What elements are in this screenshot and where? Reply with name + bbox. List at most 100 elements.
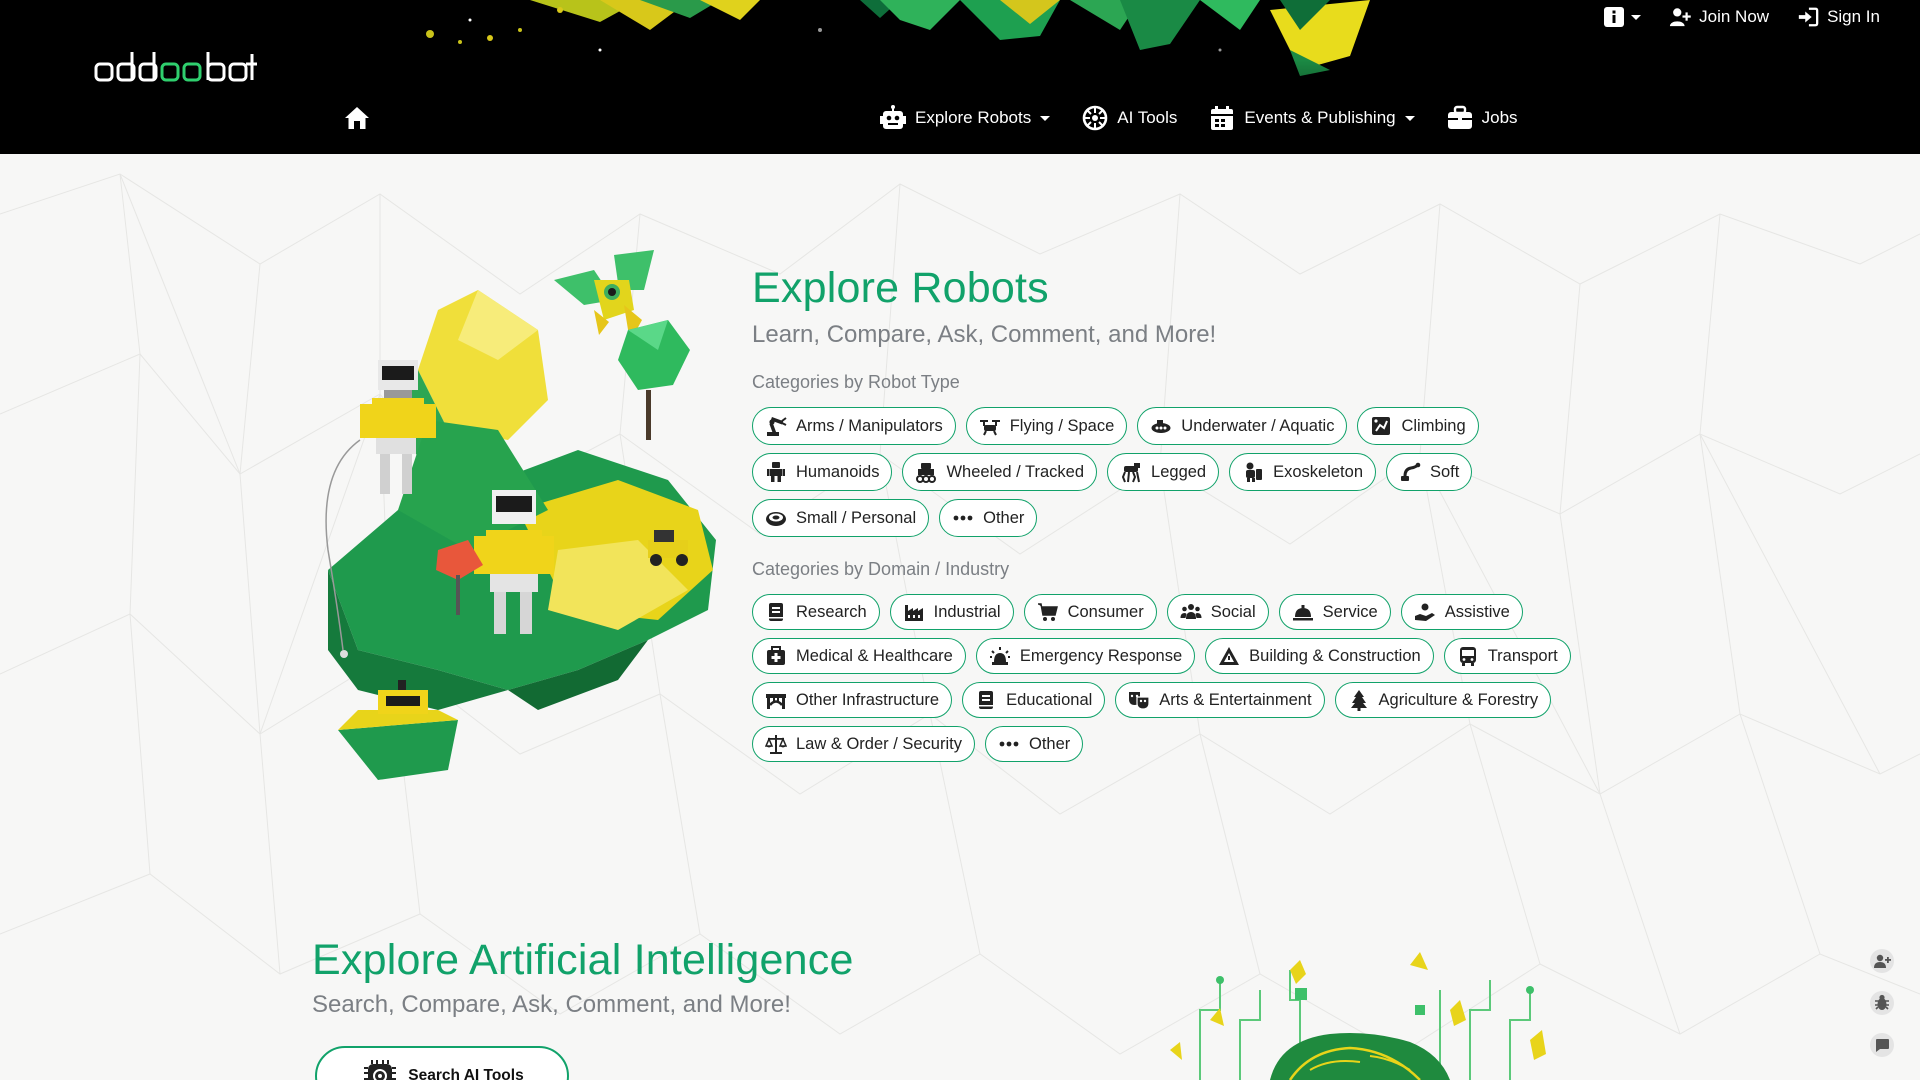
domain-pills: Research Industrial Consumer Social Serv… [752, 594, 1592, 762]
search-ai-tools-button[interactable]: Search AI Tools [315, 1046, 569, 1080]
pill-label: Law & Order / Security [796, 734, 962, 753]
pill-label: Legged [1151, 462, 1207, 481]
robot-type-pills: Arms / Manipulators Flying / Space Under… [752, 407, 1592, 537]
sign-in-icon [1798, 7, 1819, 27]
nav-events-publishing[interactable]: Events & Publishing [1209, 105, 1415, 131]
home-icon[interactable] [344, 106, 370, 130]
pill-underwater-aquatic[interactable]: Underwater / Aquatic [1137, 407, 1348, 445]
pill-building-construction[interactable]: Building & Construction [1205, 638, 1434, 674]
main-nav: Explore Robots AI Tools Events & Publish… [880, 103, 1518, 133]
pill-label: Social [1210, 602, 1256, 621]
pill-label: Soft [1430, 462, 1460, 481]
wheeled-robot-icon [916, 463, 937, 483]
submarine-icon [1151, 420, 1171, 433]
pill-humanoids[interactable]: Humanoids [752, 453, 893, 491]
nav-events-label: Events & Publishing [1244, 108, 1396, 127]
explore-robots-section: Explore Robots Learn, Compare, Ask, Comm… [752, 262, 1652, 762]
chat-icon [1870, 1033, 1894, 1057]
pill-legged[interactable]: Legged [1107, 453, 1220, 491]
pill-wheeled-tracked[interactable]: Wheeled / Tracked [902, 453, 1098, 491]
pill-law-order-security[interactable]: Law & Order / Security [752, 726, 975, 762]
explore-robots-subtitle: Learn, Compare, Ask, Comment, and More! [752, 321, 1217, 348]
robot-icon [880, 105, 906, 129]
sign-in-label: Sign In [1827, 7, 1880, 26]
domain-heading: Categories by Domain / Industry [752, 559, 1010, 579]
warning-triangle-icon [1219, 647, 1240, 665]
floating-chat-button[interactable] [1866, 1030, 1898, 1060]
pill-emergency-response[interactable]: Emergency Response [975, 638, 1196, 674]
user-plus-icon [1870, 949, 1894, 973]
chevron-down-icon [1040, 115, 1051, 121]
pill-assistive[interactable]: Assistive [1400, 594, 1523, 630]
climbing-robot-icon [1372, 417, 1391, 435]
pill-industrial[interactable]: Industrial [889, 594, 1014, 630]
robot-vacuum-icon [766, 512, 786, 526]
explore-robots-title: Explore Robots [752, 264, 1049, 312]
site-logo[interactable] [94, 48, 258, 84]
nav-ai-tools-label: AI Tools [1117, 108, 1178, 127]
user-plus-icon [1670, 8, 1691, 27]
scale-icon [765, 735, 787, 754]
pill-label: Climbing [1401, 416, 1466, 435]
pill-arms-manipulators[interactable]: Arms / Manipulators [752, 407, 956, 445]
join-now-label: Join Now [1699, 7, 1770, 26]
book-icon [979, 691, 994, 709]
soft-robot-icon [1401, 462, 1421, 481]
pill-label: Flying / Space [1009, 416, 1115, 435]
pill-exoskeleton[interactable]: Exoskeleton [1229, 453, 1376, 491]
pill-social[interactable]: Social [1166, 594, 1269, 630]
ai-brain-illustration [1170, 952, 1546, 1080]
nav-ai-tools[interactable]: AI Tools [1082, 105, 1177, 131]
pill-service[interactable]: Service [1278, 594, 1391, 630]
info-dropdown[interactable] [1603, 6, 1642, 28]
pill-label: Exoskeleton [1273, 462, 1363, 481]
humanoid-icon [767, 462, 785, 482]
bus-icon [1459, 647, 1476, 666]
pill-label: Industrial [933, 602, 1001, 621]
pill-other-type[interactable]: Other [939, 499, 1038, 537]
pill-small-personal[interactable]: Small / Personal [752, 499, 930, 537]
pill-label: Research [796, 602, 867, 621]
bridge-icon [766, 694, 786, 709]
legged-robot-icon [1121, 463, 1141, 483]
drone-icon [979, 420, 1000, 436]
masks-icon [1129, 692, 1150, 710]
pill-flying-space[interactable]: Flying / Space [965, 407, 1128, 445]
siren-icon [989, 647, 1010, 665]
join-now-link[interactable]: Join Now [1669, 6, 1769, 28]
ellipsis-icon [953, 515, 973, 521]
chevron-down-icon [1631, 14, 1642, 20]
sign-in-link[interactable]: Sign In [1797, 6, 1880, 28]
robot-arm-icon [767, 417, 787, 436]
explore-ai-section: Explore Artificial Intelligence Search, … [312, 934, 854, 1020]
pill-medical-healthcare[interactable]: Medical & Healthcare [752, 638, 966, 674]
pill-agriculture-forestry[interactable]: Agriculture & Forestry [1334, 682, 1552, 718]
pill-other-infrastructure[interactable]: Other Infrastructure [752, 682, 953, 718]
nav-jobs[interactable]: Jobs [1447, 105, 1518, 131]
top-links: Join Now Sign In [1603, 4, 1880, 30]
pill-label: Educational [1006, 690, 1093, 709]
pill-label: Wheeled / Tracked [946, 462, 1085, 481]
pill-arts-entertainment[interactable]: Arts & Entertainment [1115, 682, 1325, 718]
pill-transport[interactable]: Transport [1443, 638, 1571, 674]
tree-icon [1350, 690, 1367, 711]
pill-soft[interactable]: Soft [1386, 453, 1473, 491]
pill-other-domain[interactable]: Other [984, 726, 1084, 762]
ellipsis-icon [999, 741, 1019, 747]
pill-label: Humanoids [796, 462, 880, 481]
pill-consumer[interactable]: Consumer [1023, 594, 1157, 630]
search-ai-tools-label: Search AI Tools [408, 1067, 524, 1080]
robot-type-heading: Categories by Robot Type [752, 372, 960, 392]
explore-ai-subtitle: Search, Compare, Ask, Comment, and More! [312, 991, 791, 1018]
nav-explore-robots[interactable]: Explore Robots [880, 105, 1051, 131]
floating-bug-report-button[interactable] [1866, 988, 1898, 1018]
pill-label: Consumer [1067, 602, 1144, 621]
info-icon [1604, 7, 1625, 27]
pill-research[interactable]: Research [752, 594, 880, 630]
floating-add-user-button[interactable] [1866, 946, 1898, 976]
ai-brain-icon [1082, 105, 1108, 131]
pill-educational[interactable]: Educational [962, 682, 1106, 718]
pill-climbing[interactable]: Climbing [1357, 407, 1479, 445]
briefcase-icon [1447, 105, 1472, 129]
people-icon [1180, 604, 1202, 619]
